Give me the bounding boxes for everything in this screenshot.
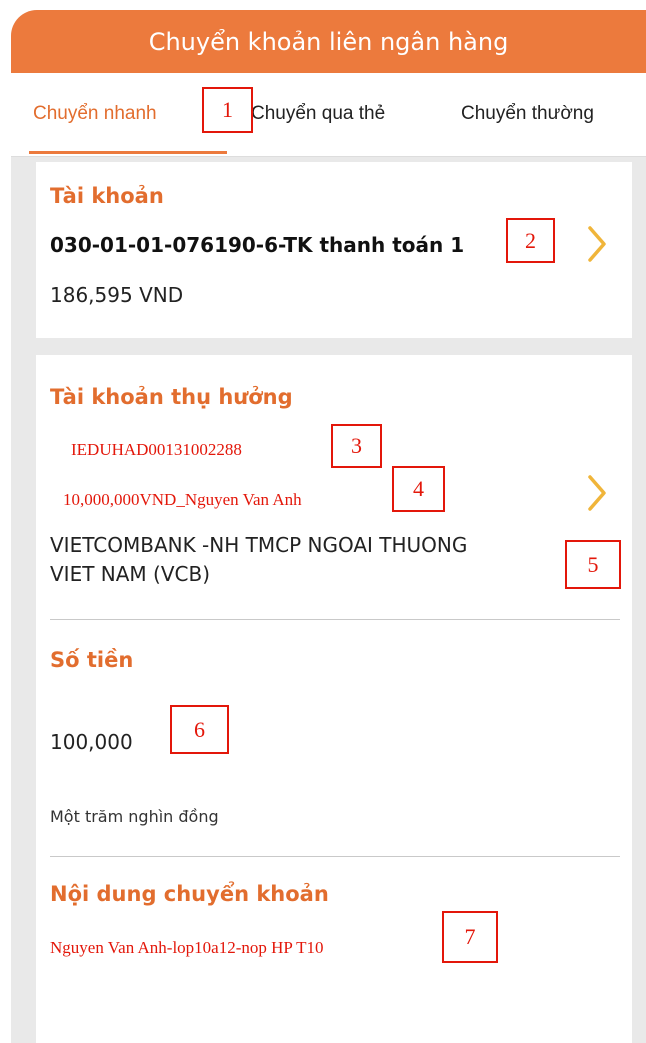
annotation-badge-2: 2 (506, 218, 555, 263)
app-screen: Chuyển khoản liên ngân hàng Chuyển nhanh… (11, 10, 646, 1043)
amount-heading: Số tiền (50, 648, 134, 672)
transfer-content-input[interactable]: Nguyen Van Anh-lop10a12-nop HP T10 (50, 938, 324, 958)
source-account-balance: 186,595 VND (50, 283, 184, 307)
tab-chuyen-nhanh[interactable]: Chuyển nhanh (33, 103, 157, 125)
tab-chuyen-thuong[interactable]: Chuyển thường (461, 103, 594, 125)
annotation-badge-1: 1 (202, 87, 253, 133)
source-account-number: 030-01-01-076190-6-TK thanh toán 1 (50, 233, 465, 257)
divider (50, 619, 620, 620)
chevron-right-icon[interactable] (584, 473, 610, 513)
tab-bar: Chuyển nhanh Chuyển qua thẻ Chuyển thườn… (11, 73, 646, 157)
annotation-badge-5: 5 (565, 540, 621, 589)
source-account-heading: Tài khoản (50, 184, 164, 208)
transfer-content-heading: Nội dung chuyển khoản (50, 882, 329, 906)
annotation-badge-6: 6 (170, 705, 229, 754)
beneficiary-account-number: IEDUHAD00131002288 (71, 440, 242, 459)
amount-input[interactable]: 100,000 (50, 730, 133, 754)
divider (50, 856, 620, 857)
beneficiary-heading: Tài khoản thụ hưởng (50, 385, 293, 409)
beneficiary-account-name: 10,000,000VND_Nguyen Van Anh (63, 490, 302, 509)
active-tab-indicator (29, 151, 227, 154)
tab-chuyen-qua-the[interactable]: Chuyển qua thẻ (251, 103, 385, 125)
chevron-right-icon[interactable] (584, 224, 610, 264)
beneficiary-bank-line2: VIET NAM (VCB) (50, 562, 211, 586)
beneficiary-bank-line1: VIETCOMBANK -NH TMCP NGOAI THUONG (50, 533, 468, 557)
annotation-badge-7: 7 (442, 911, 498, 963)
screen-title: Chuyển khoản liên ngân hàng (11, 10, 646, 73)
annotation-badge-3: 3 (331, 424, 382, 468)
annotation-badge-4: 4 (392, 466, 445, 512)
amount-in-words: Một trăm nghìn đồng (50, 807, 219, 826)
